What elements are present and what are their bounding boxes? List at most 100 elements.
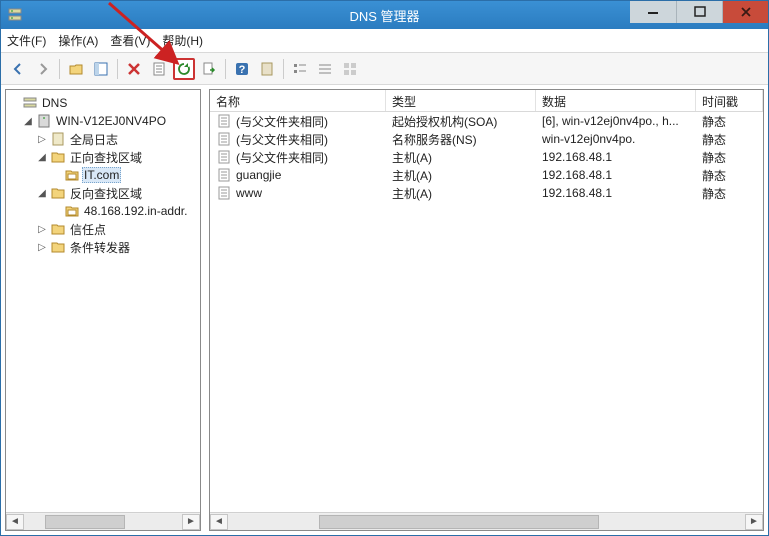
scroll-track[interactable]	[228, 514, 745, 530]
record-timestamp: 静态	[696, 131, 763, 148]
dns-icon	[22, 95, 38, 111]
folder-icon	[50, 239, 66, 255]
col-header-name[interactable]: 名称	[210, 90, 386, 111]
scroll-thumb[interactable]	[45, 515, 125, 529]
menu-file[interactable]: 文件(F)	[7, 32, 46, 49]
tree-zone-itcom[interactable]: IT.com	[8, 166, 198, 184]
tree-label: 条件转发器	[68, 239, 132, 256]
zone-icon	[64, 167, 80, 183]
record-data: 192.168.48.1	[536, 168, 696, 182]
tree-server[interactable]: ◢ WIN-V12EJ0NV4PO	[8, 112, 198, 130]
record-data: 192.168.48.1	[536, 186, 696, 200]
server-icon	[36, 113, 52, 129]
record-name: (与父文件夹相同)	[210, 131, 386, 148]
col-header-type[interactable]: 类型	[386, 90, 536, 111]
close-button[interactable]	[722, 1, 768, 23]
scroll-right-button[interactable]: ►	[182, 514, 200, 530]
minimize-button[interactable]	[630, 1, 676, 23]
folder-icon	[50, 185, 66, 201]
record-type: 主机(A)	[386, 185, 536, 202]
col-header-timestamp[interactable]: 时间戳	[696, 90, 763, 111]
view-details-button[interactable]	[314, 58, 336, 80]
tree-label: DNS	[40, 96, 69, 110]
toolbar-separator	[225, 59, 226, 79]
tree-reverse-item[interactable]: 48.168.192.in-addr.	[8, 202, 198, 220]
record-data: 192.168.48.1	[536, 150, 696, 164]
record-row[interactable]: guangjie主机(A)192.168.48.1静态	[210, 166, 763, 184]
tree-root-dns[interactable]: DNS	[8, 94, 198, 112]
up-folder-button[interactable]	[65, 58, 87, 80]
record-timestamp: 静态	[696, 149, 763, 166]
collapse-icon[interactable]: ◢	[22, 116, 34, 127]
tree-label: 48.168.192.in-addr.	[82, 204, 189, 218]
delete-button[interactable]	[123, 58, 145, 80]
tree-label: WIN-V12EJ0NV4PO	[54, 114, 168, 128]
maximize-button[interactable]	[676, 1, 722, 23]
tree-trust-points[interactable]: ▷ 信任点	[8, 220, 198, 238]
scroll-right-button[interactable]: ►	[745, 514, 763, 530]
help-button[interactable]: ?	[231, 58, 253, 80]
toolbar-separator	[283, 59, 284, 79]
refresh-button[interactable]	[173, 58, 195, 80]
tree-label: IT.com	[82, 167, 121, 183]
scroll-left-button[interactable]: ◄	[210, 514, 228, 530]
tree-forward-zone[interactable]: ◢ 正向查找区域	[8, 148, 198, 166]
expand-icon[interactable]: ▷	[36, 224, 48, 235]
view-tiles-button[interactable]	[339, 58, 361, 80]
expand-icon[interactable]: ▷	[36, 242, 48, 253]
menu-view[interactable]: 查看(V)	[110, 32, 150, 49]
log-icon	[50, 131, 66, 147]
properties-button[interactable]	[148, 58, 170, 80]
record-data: win-v12ej0nv4po.	[536, 132, 696, 146]
scroll-thumb[interactable]	[319, 515, 599, 529]
tree-label: 信任点	[68, 221, 108, 238]
list-header: 名称 类型 数据 时间戳	[210, 90, 763, 112]
view-list-button[interactable]	[289, 58, 311, 80]
record-row[interactable]: (与父文件夹相同)起始授权机构(SOA)[6], win-v12ej0nv4po…	[210, 112, 763, 130]
record-type: 名称服务器(NS)	[386, 131, 536, 148]
tree-conditional-forwarders[interactable]: ▷ 条件转发器	[8, 238, 198, 256]
toolbar-separator	[117, 59, 118, 79]
menubar: 文件(F) 操作(A) 查看(V) 帮助(H)	[1, 29, 768, 53]
record-row[interactable]: (与父文件夹相同)主机(A)192.168.48.1静态	[210, 148, 763, 166]
tree-label: 全局日志	[68, 131, 120, 148]
export-button[interactable]	[198, 58, 220, 80]
tree-pane: DNS ◢ WIN-V12EJ0NV4PO	[5, 89, 201, 531]
collapse-icon[interactable]: ◢	[36, 188, 48, 199]
record-name: www	[210, 185, 386, 201]
record-timestamp: 静态	[696, 167, 763, 184]
record-timestamp: 静态	[696, 113, 763, 130]
back-button[interactable]	[7, 58, 29, 80]
list-hscroll[interactable]: ◄ ►	[210, 512, 763, 530]
record-name: (与父文件夹相同)	[210, 149, 386, 166]
tree-global-log[interactable]: ▷ 全局日志	[8, 130, 198, 148]
menu-help[interactable]: 帮助(H)	[162, 32, 203, 49]
collapse-icon[interactable]: ◢	[36, 152, 48, 163]
tree-reverse-zone[interactable]: ◢ 反向查找区域	[8, 184, 198, 202]
tree-hscroll[interactable]: ◄ ►	[6, 512, 200, 530]
toolbar: ?	[1, 53, 768, 85]
show-hide-tree-button[interactable]	[90, 58, 112, 80]
list-pane: 名称 类型 数据 时间戳 (与父文件夹相同)起始授权机构(SOA)[6], wi…	[209, 89, 764, 531]
list-body[interactable]: (与父文件夹相同)起始授权机构(SOA)[6], win-v12ej0nv4po…	[210, 112, 763, 512]
dns-manager-window: DNS 管理器 文件(F) 操作(A) 查看(V) 帮助(H) ?	[0, 0, 769, 536]
expand-icon[interactable]: ▷	[36, 134, 48, 145]
tree-label: 反向查找区域	[68, 185, 144, 202]
zone-icon	[64, 203, 80, 219]
dns-app-icon	[7, 7, 23, 23]
filter-button[interactable]	[256, 58, 278, 80]
forward-button[interactable]	[32, 58, 54, 80]
record-row[interactable]: www主机(A)192.168.48.1静态	[210, 184, 763, 202]
record-icon	[216, 131, 232, 147]
svg-text:?: ?	[239, 64, 246, 76]
record-name: (与父文件夹相同)	[210, 113, 386, 130]
titlebar: DNS 管理器	[1, 1, 768, 29]
tree-view[interactable]: DNS ◢ WIN-V12EJ0NV4PO	[6, 90, 200, 512]
record-row[interactable]: (与父文件夹相同)名称服务器(NS)win-v12ej0nv4po.静态	[210, 130, 763, 148]
scroll-track[interactable]	[24, 514, 182, 530]
menu-action[interactable]: 操作(A)	[58, 32, 98, 49]
record-type: 主机(A)	[386, 149, 536, 166]
scroll-left-button[interactable]: ◄	[6, 514, 24, 530]
col-header-data[interactable]: 数据	[536, 90, 696, 111]
folder-icon	[50, 149, 66, 165]
